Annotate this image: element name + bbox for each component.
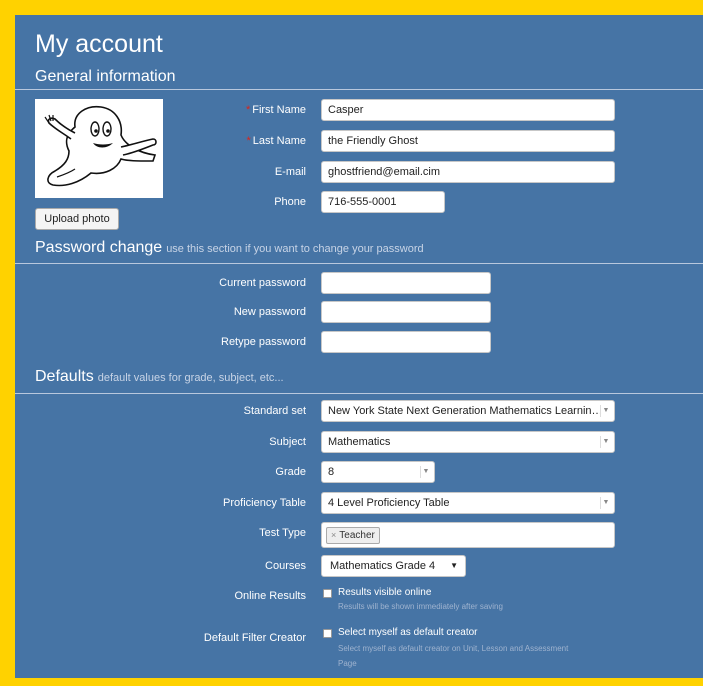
results-visible-hint: Results will be shown immediately after … <box>338 602 503 611</box>
current-password-field[interactable] <box>321 272 491 294</box>
defaults-section-heading: Defaults default values for grade, subjec… <box>35 368 284 385</box>
courses-dropdown-button[interactable]: Mathematics Grade 4 ▼ <box>321 555 466 577</box>
proficiency-table-select[interactable]: 4 Level Proficiency Table ▼ <box>321 492 615 514</box>
results-visible-label: Results visible online <box>338 587 432 598</box>
general-section-heading: General information <box>35 68 176 85</box>
current-password-label: Current password <box>219 277 306 289</box>
defaults-section-subheading: default values for grade, subject, etc..… <box>97 372 284 384</box>
default-filter-creator-label: Default Filter Creator <box>203 632 306 644</box>
required-marker: * <box>245 104 251 116</box>
results-visible-checkbox[interactable] <box>323 589 332 598</box>
test-type-tag: × Teacher <box>326 527 380 544</box>
phone-label: Phone <box>274 196 306 208</box>
first-name-field[interactable]: Casper <box>321 99 615 121</box>
proficiency-table-label: Proficiency Table <box>223 497 306 509</box>
caret-down-icon: ▼ <box>450 561 458 570</box>
email-field[interactable]: ghostfriend@email.cim <box>321 161 615 183</box>
standard-set-label: Standard set <box>243 405 306 417</box>
retype-password-label: Retype password <box>221 336 306 348</box>
last-name-label: * Last Name <box>246 135 306 147</box>
new-password-field[interactable] <box>321 301 491 323</box>
account-panel: My account General information Upload ph… <box>15 15 703 678</box>
courses-label: Courses <box>265 560 306 572</box>
subject-label: Subject <box>269 436 306 448</box>
default-creator-hint: Select myself as default creator on Unit… <box>338 644 569 653</box>
chevron-down-icon: ▼ <box>600 405 611 417</box>
grade-select[interactable]: 8 ▼ <box>321 461 435 483</box>
password-section-heading: Password change use this section if you w… <box>35 239 424 256</box>
email-label: E-mail <box>274 166 306 178</box>
section-divider <box>15 263 703 264</box>
default-creator-checkbox[interactable] <box>323 629 332 638</box>
section-divider <box>15 393 703 394</box>
retype-password-field[interactable] <box>321 331 491 353</box>
standard-set-select[interactable]: New York State Next Generation Mathemati… <box>321 400 615 422</box>
chevron-down-icon: ▼ <box>600 436 611 448</box>
phone-field[interactable]: 716-555-0001 <box>321 191 445 213</box>
password-section-subheading: use this section if you want to change y… <box>166 243 424 255</box>
first-name-label: * First Name <box>245 104 306 116</box>
remove-tag-icon[interactable]: × <box>331 530 336 540</box>
required-marker: * <box>246 135 251 147</box>
section-divider <box>15 89 703 90</box>
grade-label: Grade <box>275 466 306 478</box>
test-type-label: Test Type <box>259 527 306 539</box>
chevron-down-icon: ▼ <box>600 497 611 509</box>
online-results-label: Online Results <box>234 590 306 602</box>
default-creator-hint-line2: Page <box>338 659 357 668</box>
last-name-field[interactable]: the Friendly Ghost <box>321 130 615 152</box>
subject-select[interactable]: Mathematics ▼ <box>321 431 615 453</box>
default-creator-label: Select myself as default creator <box>338 627 478 638</box>
page-title: My account <box>35 30 163 58</box>
chevron-down-icon: ▼ <box>420 466 431 478</box>
new-password-label: New password <box>233 306 306 318</box>
test-type-multiselect[interactable]: × Teacher <box>321 522 615 548</box>
